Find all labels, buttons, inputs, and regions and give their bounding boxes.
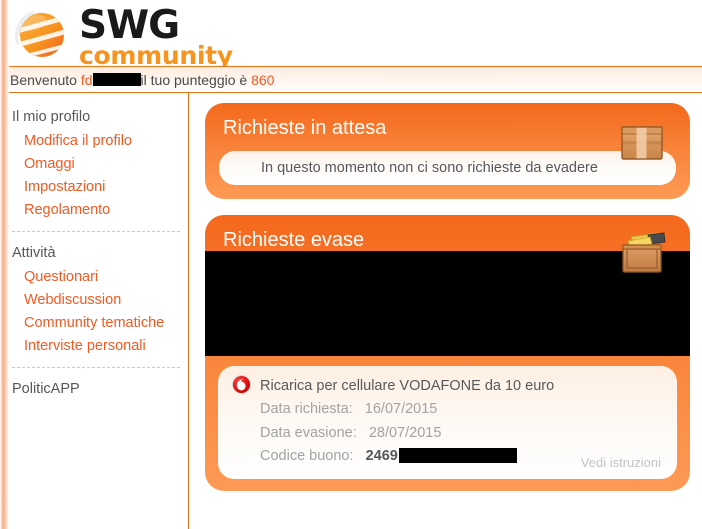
logo-community-text: community <box>79 41 233 70</box>
voucher-fulfill-date-label: Data evasione: <box>260 424 357 441</box>
welcome-bar: Benvenuto fd il tuo punteggio è 860 <box>0 66 702 93</box>
voucher-request-date-row: Data richiesta: 16/07/2015 <box>234 398 663 421</box>
logo-swg-text: SWG <box>79 3 180 48</box>
vedi-istruzioni-link[interactable]: Vedi istruzioni <box>581 455 661 470</box>
sidebar-group-attivita: Attività Questionari Webdiscussion Commu… <box>12 241 188 358</box>
welcome-score-value: 860 <box>251 71 275 88</box>
panel-richieste-in-attesa: Richieste in attesa In questo momento no… <box>205 103 690 199</box>
sidebar-item-webdiscussion[interactable]: Webdiscussion <box>12 289 188 312</box>
open-crate-icon <box>618 232 666 276</box>
sidebar-item-community-tematiche[interactable]: Community tematiche <box>12 312 188 335</box>
fulfilled-detail-zone: Ricarica per cellulare VODAFONE da 10 eu… <box>205 356 690 491</box>
welcome-username-prefix: fd <box>80 71 93 88</box>
content-area: Richieste in attesa In questo momento no… <box>189 93 702 529</box>
sidebar-group-politicapp: PoliticAPP <box>12 377 188 402</box>
sidebar-divider-2 <box>12 367 180 369</box>
logo-wordmark: SWG community <box>79 3 233 68</box>
welcome-greeting: Benvenuto <box>10 71 77 88</box>
main-layout: Il mio profilo Modifica il profilo Omagg… <box>0 93 702 529</box>
sidebar-heading-politicapp: PoliticAPP <box>12 381 80 398</box>
voucher-code-label: Codice buono: <box>260 448 354 465</box>
sidebar-item-regolamento[interactable]: Regolamento <box>12 199 188 222</box>
site-header: SWG community <box>0 0 702 68</box>
pending-empty-message: In questo momento non ci sono richieste … <box>219 151 676 185</box>
sidebar-divider-1 <box>12 231 180 233</box>
sidebar-item-modifica-il-profilo[interactable]: Modifica il profilo <box>12 130 188 153</box>
panel-body-fulfilled: Ricarica per cellulare VODAFONE da 10 eu… <box>205 251 690 491</box>
username-redaction <box>92 73 141 86</box>
welcome-score-label: il tuo punteggio è <box>140 71 248 88</box>
sidebar-item-questionari[interactable]: Questionari <box>12 266 188 289</box>
voucher-request-date-label: Data richiesta: <box>260 401 353 418</box>
voucher-code-redaction <box>398 448 517 464</box>
voucher-request-date-value: 16/07/2015 <box>364 401 438 418</box>
sidebar-item-omaggi[interactable]: Omaggi <box>12 153 188 176</box>
voucher-title: Ricarica per cellulare VODAFONE da 10 eu… <box>260 378 555 394</box>
sidebar-group-profile: Il mio profilo Modifica il profilo Omagg… <box>12 105 188 222</box>
swg-globe-logo-icon <box>10 6 72 66</box>
page-left-edge-decoration <box>0 0 9 529</box>
sidebar-heading-profile: Il mio profilo <box>12 109 91 125</box>
sidebar-navigation: Il mio profilo Modifica il profilo Omagg… <box>0 93 189 529</box>
sidebar-item-impostazioni[interactable]: Impostazioni <box>12 176 188 199</box>
sidebar-heading-attivita: Attività <box>12 245 56 262</box>
voucher-detail-card: Ricarica per cellulare VODAFONE da 10 eu… <box>218 366 677 479</box>
panel-richieste-evase: Richieste evase Ricarica per cellulare V… <box>205 215 690 491</box>
voucher-code-value: 2469 <box>365 448 398 465</box>
vodafone-icon <box>232 375 251 394</box>
voucher-fulfill-date-row: Data evasione: 28/07/2015 <box>234 422 663 445</box>
voucher-fulfill-date-value: 28/07/2015 <box>368 424 442 441</box>
closed-box-icon <box>618 120 666 164</box>
site-logo[interactable]: SWG community <box>10 3 233 68</box>
sidebar-item-interviste-personali[interactable]: Interviste personali <box>12 335 188 358</box>
